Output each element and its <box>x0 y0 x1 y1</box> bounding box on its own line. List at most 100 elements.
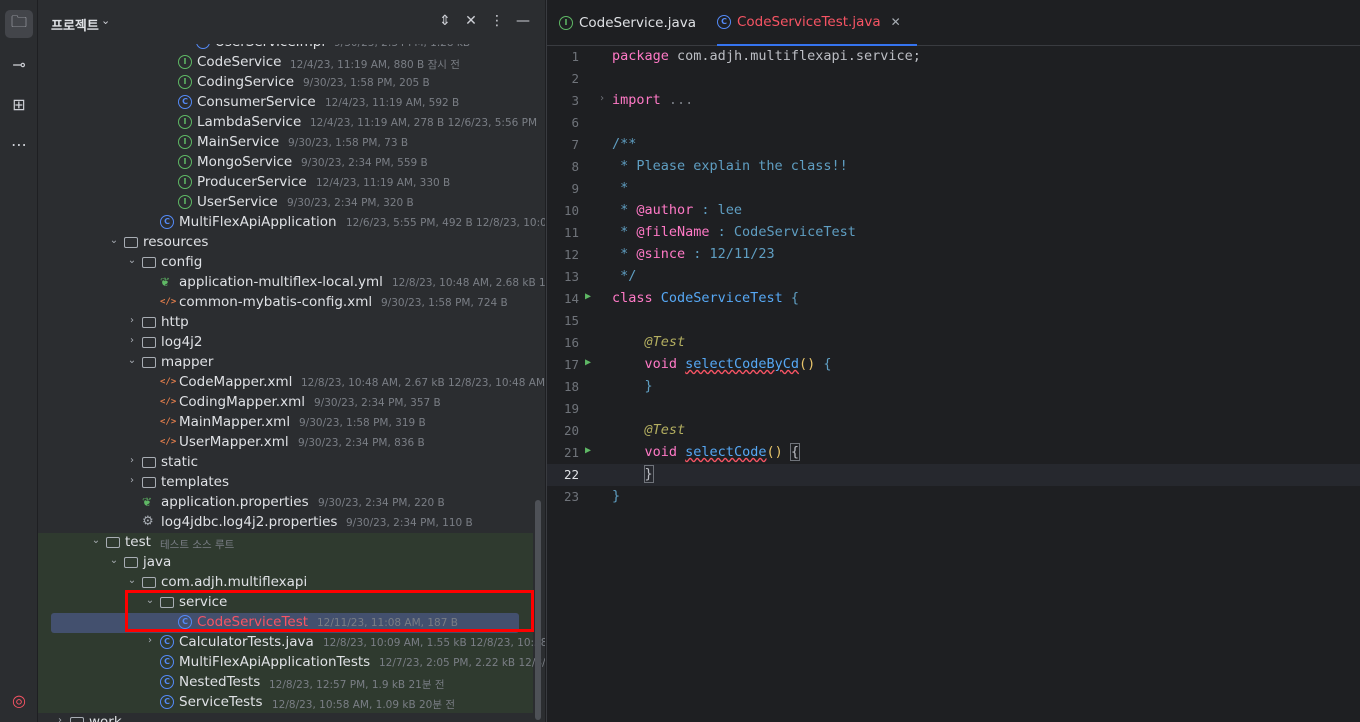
tree-item-meta: 12/8/23, 10:48 AM, 2.67 kB 12/8/23, 10:4… <box>301 377 545 389</box>
tree-item-meta: 테스트 소스 루트 <box>160 539 235 551</box>
structure-icon[interactable]: ⊞ <box>5 90 33 118</box>
editor-tab[interactable]: C CodeServiceTest.java ✕ <box>717 0 917 46</box>
run-icon[interactable]: ▶ <box>585 357 591 368</box>
tree-row[interactable]: </> common-mybatis-config.xml 9/30/23, 1:5… <box>38 293 533 313</box>
tree-row[interactable]: › C CalculatorTests.java 12/8/23, 10:09 AM,… <box>38 633 545 653</box>
folder-icon <box>142 317 156 328</box>
tree-row[interactable]: I ProducerService 12/4/23, 11:19 AM, 330 B <box>38 173 533 193</box>
tree-row[interactable]: › templates <box>38 473 533 493</box>
close-all-icon[interactable]: ✕ <box>462 13 480 29</box>
chevron-down-icon[interactable]: ⌄ <box>101 14 110 27</box>
chevron-right-icon[interactable]: › <box>126 475 138 486</box>
tree-row[interactable]: I MainService 9/30/23, 1:58 PM, 73 B <box>38 133 533 153</box>
fold-icon[interactable]: › <box>599 93 605 104</box>
problems-icon[interactable]: ◎ <box>5 686 33 714</box>
tree-row[interactable]: › log4j2 <box>38 333 533 353</box>
code-text: void selectCodeByCd() { <box>644 356 832 372</box>
code-text: @Test <box>644 422 686 438</box>
code-line[interactable]: 12 * @since : 12/11/23 <box>547 244 1360 266</box>
tree-row[interactable]: C MultiFlexApiApplication 12/6/23, 5:55 PM… <box>38 213 545 233</box>
tree-row[interactable]: ⌄ test 테스트 소스 루트 <box>38 533 533 553</box>
tree-item-meta: 9/30/23, 2:34 PM, 110 B <box>346 517 473 529</box>
tree-row[interactable]: ❦ application-multiflex-local.yml 12/8/23,… <box>38 273 545 293</box>
tree-row[interactable]: C MultiFlexApiApplicationTests 12/7/23, 2:… <box>38 653 545 673</box>
tree-row[interactable]: I CodingService 9/30/23, 1:58 PM, 205 B <box>38 73 533 93</box>
chevron-right-icon[interactable]: › <box>126 335 138 346</box>
tree-row[interactable]: C ConsumerService 12/4/23, 11:19 AM, 592 B <box>38 93 533 113</box>
chevron-down-icon[interactable]: ⌄ <box>108 235 120 246</box>
tree-row[interactable]: ⚙ log4jdbc.log4j2.properties 9/30/23, 2:34… <box>38 513 533 533</box>
code-line[interactable]: 17 ▶ void selectCodeByCd() { <box>547 354 1360 376</box>
tree-item-label: NestedTests <box>179 674 261 690</box>
chevron-right-icon[interactable]: › <box>144 635 156 646</box>
code-text: } <box>644 378 653 394</box>
xml-file-icon: </> <box>160 397 177 407</box>
code-line[interactable]: 1 package com.adjh.multiflexapi.service; <box>547 46 1360 68</box>
chevron-down-icon[interactable]: ⌄ <box>126 355 138 366</box>
tree-row[interactable]: I MongoService 9/30/23, 2:34 PM, 559 B <box>38 153 533 173</box>
chevron-down-icon[interactable]: ⌄ <box>126 255 138 266</box>
editor-tab[interactable]: I CodeService.java <box>559 0 709 46</box>
code-line[interactable]: 18 } <box>547 376 1360 398</box>
chevron-down-icon[interactable]: ⌄ <box>90 535 102 546</box>
code-line[interactable]: 19 <box>547 398 1360 420</box>
code-line[interactable]: 13 */ <box>547 266 1360 288</box>
editor: I CodeService.java C CodeServiceTest.java ✕ … <box>546 0 1360 722</box>
tree-row[interactable]: </> UserMapper.xml 9/30/23, 2:34 PM, 836 B <box>38 433 533 453</box>
interface-icon: I <box>178 195 192 209</box>
chevron-right-icon[interactable]: › <box>54 715 66 722</box>
project-folder-icon[interactable]: 🗀 <box>5 10 33 38</box>
code-line[interactable]: 21 ▶ void selectCode() { <box>547 442 1360 464</box>
tree-row[interactable]: I CodeService 12/4/23, 11:19 AM, 880 B 잠시 … <box>38 53 533 73</box>
code-line[interactable]: 23} <box>547 486 1360 508</box>
tree-row[interactable]: C NestedTests 12/8/23, 12:57 PM, 1.9 kB 21… <box>38 673 533 693</box>
chevron-down-icon[interactable]: ⌄ <box>126 575 138 586</box>
code-line[interactable]: 2 <box>547 68 1360 90</box>
tree-row[interactable]: C ServiceTests 12/8/23, 10:58 AM, 1.09 kB … <box>38 693 533 713</box>
tree-row[interactable]: I UserService 9/30/23, 2:34 PM, 320 B <box>38 193 533 213</box>
code-line[interactable]: 14 ▶ class CodeServiceTest { <box>547 288 1360 310</box>
tree-row[interactable]: </> CodeMapper.xml 12/8/23, 10:48 AM, 2.67… <box>38 373 545 393</box>
run-icon[interactable]: ▶ <box>585 291 591 302</box>
interface-icon: I <box>559 16 573 30</box>
project-scrollbar[interactable] <box>535 500 541 720</box>
tree-row[interactable]: I LambdaService 12/4/23, 11:19 AM, 278 B 1… <box>38 113 537 133</box>
chevron-down-icon[interactable]: ⌄ <box>108 555 120 566</box>
run-icon[interactable]: ▶ <box>585 445 591 456</box>
tree-row[interactable]: </> CodingMapper.xml 9/30/23, 2:34 PM, 357… <box>38 393 533 413</box>
expand-collapse-icon[interactable]: ⇕ <box>436 13 454 29</box>
tree-row[interactable]: ⌄ java <box>38 553 533 573</box>
code-line[interactable]: 7 /** <box>547 134 1360 156</box>
project-title[interactable]: 프로젝트 <box>51 15 99 34</box>
code-line[interactable]: 11 * @fileName : CodeServiceTest <box>547 222 1360 244</box>
tree-row[interactable]: › work <box>38 713 533 722</box>
class-icon: C <box>160 635 174 649</box>
code-line[interactable]: 8 * Please explain the class!! <box>547 156 1360 178</box>
class-icon: C <box>160 695 174 709</box>
tree-row[interactable]: ⌄ config <box>38 253 533 273</box>
tree-item-label: ServiceTests <box>179 694 263 710</box>
code-line[interactable]: 10 * @author : lee <box>547 200 1360 222</box>
code-line[interactable]: 3 › import ... <box>547 90 1360 112</box>
code-line[interactable]: 16 @Test <box>547 332 1360 354</box>
code-line[interactable]: 15 <box>547 310 1360 332</box>
tree-row[interactable]: ⌄ mapper <box>38 353 533 373</box>
commit-icon[interactable]: ⊸ <box>5 50 33 78</box>
tree-row[interactable]: › static <box>38 453 533 473</box>
tree-row[interactable]: ⌄ resources <box>38 233 533 253</box>
tree-row[interactable]: ❦ application.properties 9/30/23, 2:34 PM,… <box>38 493 533 513</box>
code-line[interactable]: 20 @Test <box>547 420 1360 442</box>
tree-row[interactable]: </> MainMapper.xml 9/30/23, 1:58 PM, 319 B <box>38 413 533 433</box>
chevron-right-icon[interactable]: › <box>126 455 138 466</box>
code-line[interactable]: 9 * <box>547 178 1360 200</box>
xml-file-icon: </> <box>160 437 177 447</box>
chevron-right-icon[interactable]: › <box>126 315 138 326</box>
minimize-icon[interactable]: — <box>514 13 532 29</box>
options-icon[interactable]: ⋮ <box>488 13 506 29</box>
tree-row[interactable]: › http <box>38 313 533 333</box>
close-icon[interactable]: ✕ <box>891 15 901 29</box>
more-icon[interactable]: ⋯ <box>5 130 33 158</box>
code-line[interactable]: 6 <box>547 112 1360 134</box>
line-number: 21 <box>563 445 579 460</box>
code-line[interactable]: 22 } <box>547 464 1360 486</box>
